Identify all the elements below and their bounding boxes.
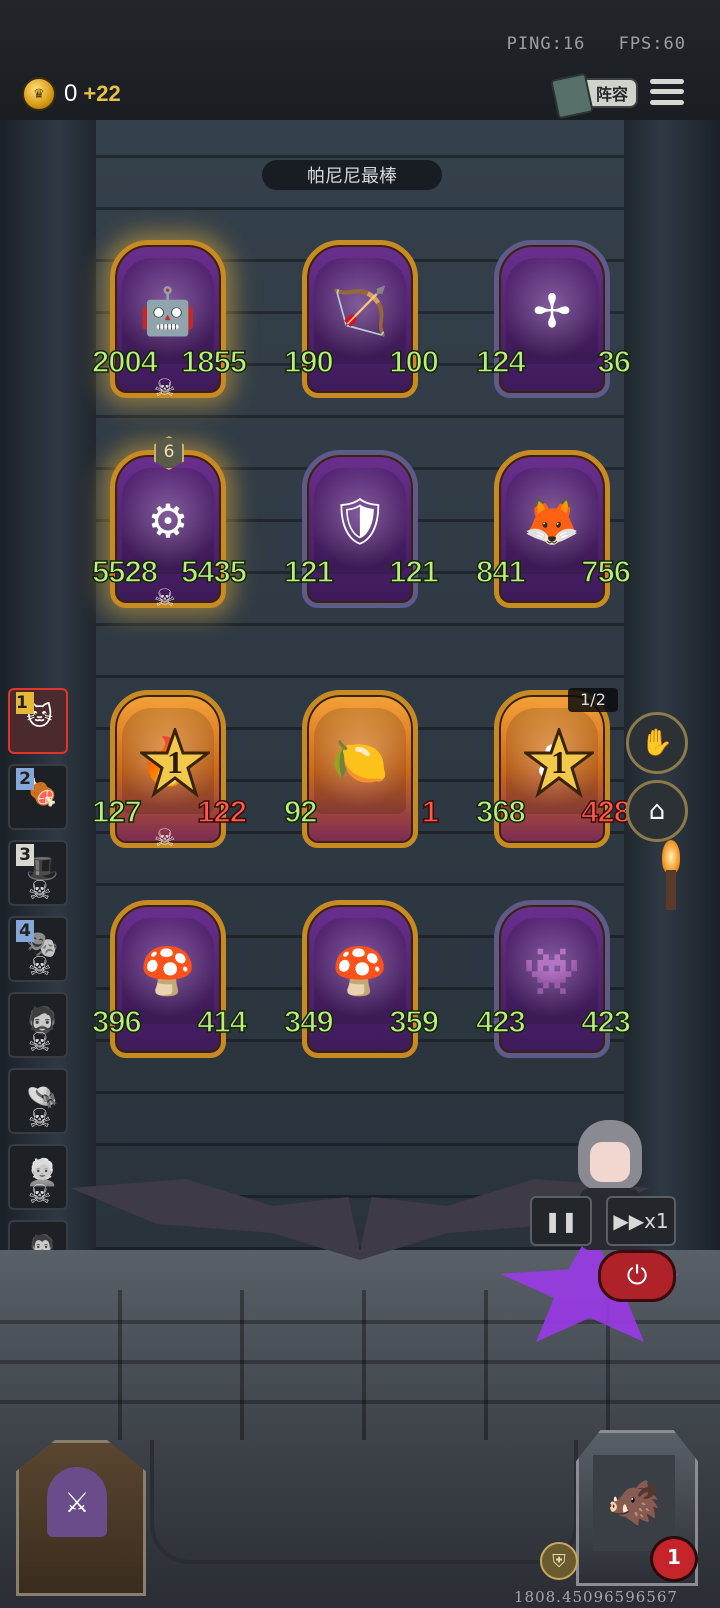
card-health: 121: [389, 553, 440, 590]
card-health: 1: [421, 793, 440, 830]
card-attack: 396: [91, 1003, 142, 1040]
board-card[interactable]: 🍋 92 1: [283, 690, 440, 848]
gold-income: +22: [83, 81, 121, 106]
player-rank: 4: [16, 920, 34, 942]
life-heart: 1: [650, 1536, 698, 1582]
speed-label: x1: [644, 1209, 669, 1233]
skull-icon: ☠: [28, 876, 52, 906]
opponent-name: 帕尼尼最棒: [307, 166, 397, 187]
board-card[interactable]: 🏹 190 100: [283, 240, 440, 398]
card-attack: 190: [283, 343, 334, 380]
coordinate-readout: 1808.45096596567: [514, 1588, 678, 1606]
crown-coin-icon: ♛: [22, 77, 56, 111]
card-attack: 2004: [91, 343, 158, 380]
floor-bracket: [150, 1440, 578, 1564]
ping-readout: PING:16: [506, 34, 586, 54]
card-health: 100: [389, 343, 440, 380]
player-slot[interactable]: 👱 ☠: [8, 1144, 68, 1210]
life-count: 1: [667, 1545, 681, 1569]
sword-icon: ⚔: [47, 1467, 107, 1537]
pause-button[interactable]: ❚❚: [530, 1196, 592, 1246]
skull-icon: ☠: [28, 1104, 52, 1134]
player-ranking-sidebar: 🐱1🍖2🎩3☠🎭4☠🧔☠👒☠👱☠🧛☠: [4, 688, 68, 1300]
card-attack: 127: [91, 793, 142, 830]
star-badge-icon: 1: [137, 725, 213, 799]
right-pillar: [624, 120, 720, 1250]
board-card[interactable]: 🍄 396 414: [91, 900, 248, 1058]
player-slot[interactable]: 🎭 4 ☠: [8, 916, 68, 982]
card-attack: 841: [475, 553, 526, 590]
lineup-label: 阵容: [595, 85, 628, 104]
shield-icon[interactable]: ⛨: [540, 1542, 578, 1580]
player-slot[interactable]: 🧔 ☠: [8, 992, 68, 1058]
fast-forward-icon: ▶▶: [613, 1209, 645, 1233]
gold-display: ♛ 0 +22: [22, 76, 121, 112]
lineup-button[interactable]: 阵容: [550, 72, 638, 120]
hand-skill-icon[interactable]: ✋: [626, 712, 688, 774]
pause-icon: ❚❚: [544, 1209, 578, 1233]
player-rank: 2: [16, 768, 34, 790]
player-slot[interactable]: 👒 ☠: [8, 1068, 68, 1134]
menu-line-icon: [650, 100, 684, 106]
card-health: 423: [581, 1003, 632, 1040]
book-icon: [550, 72, 594, 120]
menu-line-icon: [650, 89, 684, 95]
card-health: 756: [581, 553, 632, 590]
speed-button[interactable]: ▶▶ x1: [606, 1196, 676, 1246]
player-slot[interactable]: 🍖 2: [8, 764, 68, 830]
gold-value: 0: [64, 80, 78, 107]
board-card[interactable]: 🔥1127122☠: [91, 690, 248, 852]
board-card[interactable]: ⚙ 6 5528 5435 ☠: [91, 436, 248, 612]
shop-portal-button[interactable]: ⚔: [16, 1440, 146, 1596]
card-health: 414: [197, 1003, 248, 1040]
card-attack: 349: [283, 1003, 334, 1040]
card-health: 5435: [180, 553, 247, 590]
card-health: 36: [597, 343, 632, 380]
star-number: 1: [551, 744, 567, 780]
player-slot[interactable]: 🐱 1: [8, 688, 68, 754]
star-number: 1: [167, 744, 183, 780]
power-button[interactable]: ⏻: [598, 1250, 676, 1302]
card-attack: 121: [283, 553, 334, 590]
skull-icon: ☠: [154, 584, 176, 612]
top-bar: PING:16 FPS:60 ♛ 0 +22 阵容: [0, 0, 720, 123]
player-rank: 3: [16, 844, 34, 866]
board-card[interactable]: 👾 423 423: [475, 900, 632, 1058]
player-slot[interactable]: 🎩 3 ☠: [8, 840, 68, 906]
card-attack: 124: [475, 343, 526, 380]
skull-icon: ☠: [28, 952, 52, 982]
skull-icon: ☠: [28, 1180, 52, 1210]
hut-skill-icon[interactable]: ⌂: [626, 780, 688, 842]
menu-button[interactable]: [650, 76, 684, 108]
player-rank: 1: [16, 692, 34, 714]
card-health: 122: [197, 793, 248, 830]
network-stats: PING:16 FPS:60: [485, 34, 686, 54]
skull-icon: ☠: [154, 374, 176, 402]
card-health: 359: [389, 1003, 440, 1040]
opponent-name-plate: 帕尼尼最棒: [262, 160, 442, 190]
board-card[interactable]: ✿1368428: [475, 690, 632, 848]
power-icon: ⏻: [626, 1260, 648, 1291]
board-card[interactable]: 🤖 2004 1855 ☠: [91, 240, 248, 402]
page-indicator: 1/2: [568, 688, 618, 712]
card-attack: 368: [475, 793, 526, 830]
card-health: 428: [581, 793, 632, 830]
card-attack: 5528: [91, 553, 158, 590]
lemon-sprite-icon: 🍋: [314, 708, 406, 814]
menu-line-icon: [650, 78, 684, 84]
board-card[interactable]: 🦊 841 756: [475, 450, 632, 608]
board-card[interactable]: ✢ 124 36: [475, 240, 632, 398]
board-card[interactable]: 🛡 121 121: [283, 450, 440, 608]
torch-icon: [656, 840, 686, 910]
star-badge-icon: 1: [521, 725, 597, 799]
board-card[interactable]: 🍄 349 359: [283, 900, 440, 1058]
skull-icon: ☠: [28, 1028, 52, 1058]
skull-icon: ☠: [154, 824, 176, 852]
fps-readout: FPS:60: [618, 34, 686, 54]
card-attack: 423: [475, 1003, 526, 1040]
pig-hero-icon: 🐗: [593, 1455, 675, 1551]
card-health: 1855: [180, 343, 247, 380]
card-attack: 92: [283, 793, 318, 830]
